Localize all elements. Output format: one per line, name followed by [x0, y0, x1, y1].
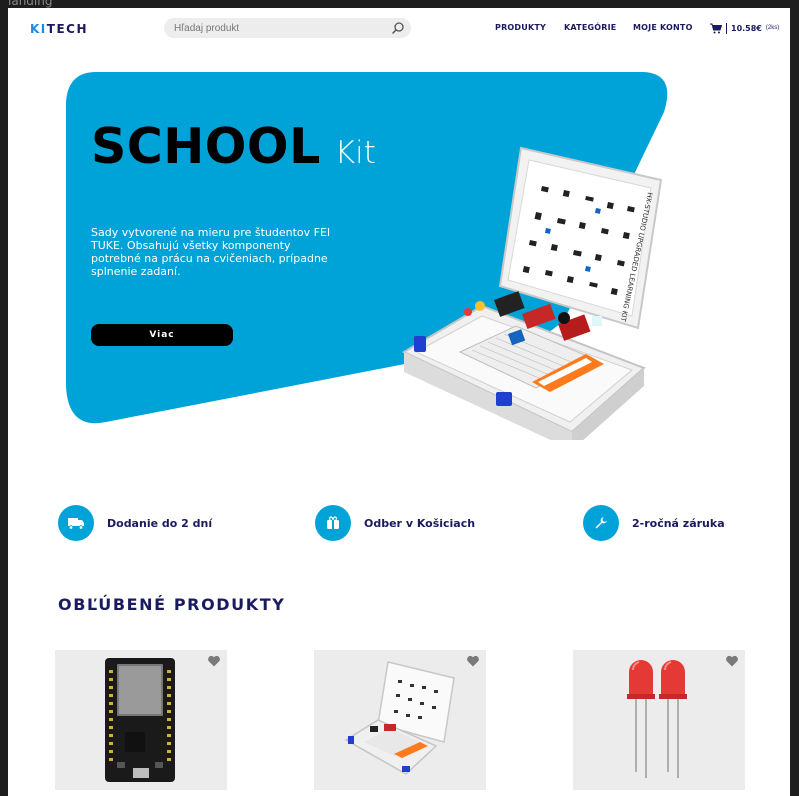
search-input[interactable] — [174, 20, 374, 36]
nav-moje-konto[interactable]: MOJE KONTO — [633, 23, 693, 32]
warranty-circle — [583, 505, 619, 541]
nav-kategorie[interactable]: KATEGÓRIE — [564, 23, 616, 32]
hero-description: Sady vytvorené na mieru pre študentov FE… — [91, 226, 331, 278]
feature-pickup: Odber v Košiciach — [315, 504, 475, 542]
wrench-icon — [595, 517, 607, 529]
logo-part-ki: KI — [30, 22, 47, 36]
frame-label: landing — [8, 0, 53, 8]
hero-title-bold: SCHOOL — [91, 118, 321, 175]
gift-box-icon — [327, 516, 339, 529]
cart-separator — [726, 22, 727, 34]
nav-produkty[interactable]: PRODUKTY — [495, 23, 546, 32]
cart-price: 10.58€ — [731, 23, 762, 33]
feature-pickup-label: Odber v Košiciach — [364, 516, 476, 530]
logo-part-tech: TECH — [46, 22, 88, 36]
pickup-circle — [315, 505, 351, 541]
cart-count: (2ks) — [765, 25, 780, 31]
feature-warranty-label: 2-ročná záruka — [632, 516, 725, 530]
esp32-board-image — [105, 658, 175, 782]
product-card-led[interactable] — [573, 650, 745, 790]
red-led-image — [627, 660, 687, 778]
hero-banner: SCHOOL Kit Sady vytvorené na mieru pre š… — [8, 50, 790, 480]
heart-icon[interactable] — [466, 654, 480, 668]
heart-icon[interactable] — [207, 654, 221, 668]
feature-delivery: Dodanie do 2 dní — [58, 504, 212, 542]
cart-button[interactable]: 10.58€ (2ks) — [710, 21, 779, 35]
top-header: KITECH PRODUKTY KATEGÓRIE MOJE KONTO 10.… — [8, 8, 790, 50]
delivery-truck-icon — [68, 518, 84, 530]
section-title-popular: OBĽÚBENÉ PRODUKTY — [58, 595, 286, 614]
feature-delivery-label: Dodanie do 2 dní — [107, 516, 213, 530]
hero-title-light: Kit — [334, 135, 376, 171]
product-card-esp32[interactable] — [55, 650, 227, 790]
site-logo[interactable]: KITECH — [30, 22, 88, 36]
hero-title: SCHOOL Kit — [91, 118, 376, 175]
heart-icon[interactable] — [725, 654, 739, 668]
more-button[interactable]: Viac — [91, 324, 233, 346]
search-bar — [164, 18, 411, 38]
search-icon[interactable] — [391, 21, 405, 35]
school-kit-image: HX-STUDIO UPGRADED LEARNING KIT — [401, 146, 663, 440]
landing-page: KITECH PRODUKTY KATEGÓRIE MOJE KONTO 10.… — [8, 8, 790, 796]
shopping-cart-icon — [710, 23, 722, 33]
delivery-circle — [58, 505, 94, 541]
feature-warranty: 2-ročná záruka — [583, 504, 725, 542]
product-card-kit[interactable] — [314, 650, 486, 790]
learning-kit-image — [344, 661, 455, 775]
